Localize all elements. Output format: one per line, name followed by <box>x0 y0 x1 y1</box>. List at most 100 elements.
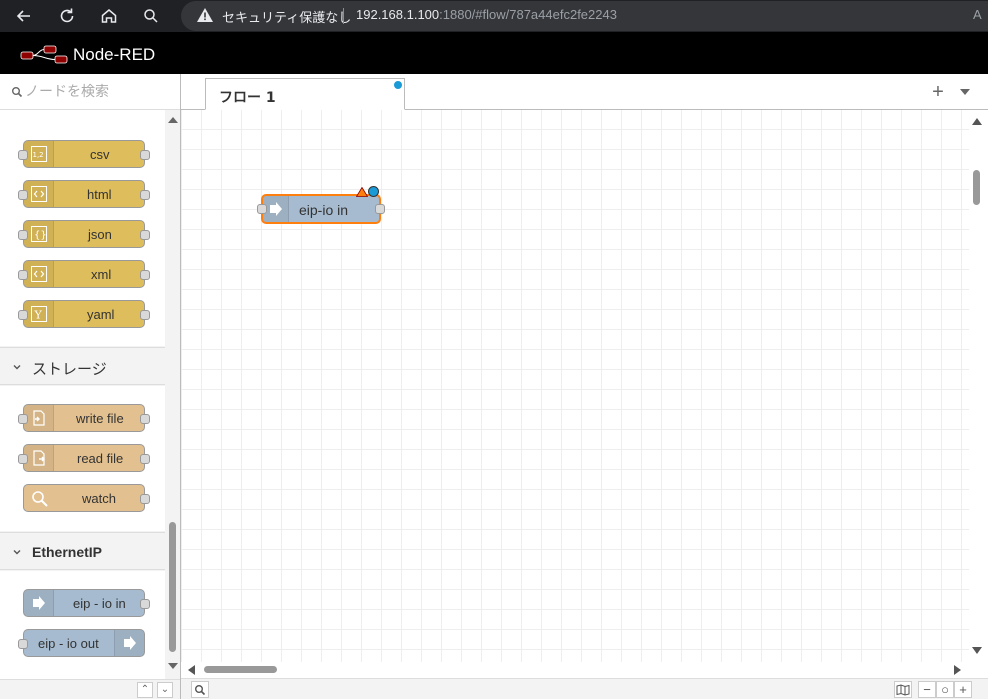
back-icon[interactable] <box>14 6 34 26</box>
palette-footer: ⌃ ⌄ <box>0 679 180 699</box>
caret-down-icon[interactable] <box>959 88 971 96</box>
palette-node-label: csv <box>90 147 110 162</box>
flow-node-label: eip-io in <box>299 202 349 218</box>
watch-icon <box>24 485 54 511</box>
svg-text:{}: {} <box>34 230 47 241</box>
add-tab-button[interactable]: + <box>928 81 948 103</box>
category-label: ストレージ <box>32 360 107 378</box>
scroll-up-icon[interactable] <box>168 117 178 123</box>
search-icon <box>12 87 23 98</box>
reload-icon[interactable] <box>57 6 77 26</box>
divider <box>343 8 344 24</box>
collapse-all-button[interactable]: ⌃ <box>137 682 153 698</box>
palette-node-write-file[interactable]: write file <box>18 404 150 432</box>
palette-node-watch[interactable]: watch <box>23 484 150 512</box>
input-port <box>18 190 28 200</box>
vertical-scroll-thumb[interactable] <box>973 170 980 205</box>
palette-node-label: watch <box>82 491 116 506</box>
chevron-down-icon <box>13 550 21 555</box>
changed-indicator <box>393 80 403 90</box>
zoom-reset-button[interactable]: ○ <box>936 681 954 698</box>
palette-search-input[interactable] <box>25 82 175 102</box>
json-icon: {} <box>24 221 54 247</box>
scroll-down-icon[interactable] <box>168 663 178 669</box>
palette-node-eip-io-in[interactable]: eip - io in <box>23 589 150 617</box>
palette-node-label: yaml <box>87 307 115 322</box>
palette-node-eip-io-out[interactable]: eip - io out <box>18 629 145 657</box>
chevron-down-icon <box>13 365 21 370</box>
input-port <box>18 639 28 649</box>
palette-search <box>0 74 180 110</box>
changed-indicator <box>368 186 379 197</box>
output-port <box>140 190 150 200</box>
warning-triangle-icon <box>356 187 368 197</box>
scroll-up-icon[interactable] <box>972 118 982 125</box>
output-port <box>140 270 150 280</box>
workspace-canvas[interactable]: eip-io in <box>181 110 969 662</box>
palette-node-csv[interactable]: 1,2 csv <box>18 140 150 168</box>
zoom-in-button[interactable]: + <box>954 681 972 698</box>
scroll-right-icon[interactable] <box>954 665 961 675</box>
palette-node-label: json <box>88 227 112 242</box>
scroll-left-icon[interactable] <box>188 665 195 675</box>
output-port <box>140 414 150 424</box>
output-port <box>140 150 150 160</box>
category-ethernetip-body: eip - io in eip - io out <box>0 571 165 679</box>
output-port <box>140 599 150 609</box>
output-port <box>140 494 150 504</box>
palette-node-label: eip - io in <box>73 596 126 611</box>
navigator-map-button[interactable] <box>894 681 912 698</box>
input-port <box>18 270 28 280</box>
zoom-out-button[interactable]: − <box>918 681 936 698</box>
url-text[interactable]: 192.168.1.100:1880/#flow/787a44efc2fe224… <box>356 7 617 22</box>
horizontal-scroll-thumb[interactable] <box>204 666 277 673</box>
html-icon <box>24 181 54 207</box>
xml-icon <box>24 261 54 287</box>
canvas-horizontal-scrollbar[interactable] <box>181 662 969 678</box>
scroll-down-icon[interactable] <box>972 647 982 654</box>
output-port <box>140 230 150 240</box>
browser-toolbar: セキュリティ保護なし 192.168.1.100:1880/#flow/787a… <box>0 0 988 32</box>
palette-scrollbar[interactable] <box>165 114 180 674</box>
palette-node-html[interactable]: html <box>18 180 150 208</box>
flow-node-eip-io-in[interactable]: eip-io in <box>257 186 385 224</box>
palette-scroll-thumb[interactable] <box>169 522 176 652</box>
palette-node-yaml[interactable]: Y yaml <box>18 300 150 328</box>
input-port <box>18 414 28 424</box>
url-path: :1880/#flow/787a44efc2fe2243 <box>439 7 617 22</box>
csv-icon: 1,2 <box>24 141 54 167</box>
home-icon[interactable] <box>99 6 119 26</box>
node-red-logo-icon <box>20 45 68 64</box>
palette-node-label: xml <box>91 267 112 282</box>
arrow-in-icon <box>24 590 54 616</box>
palette-node-read-file[interactable]: read file <box>18 444 150 472</box>
category-label: EthernetIP <box>32 544 103 560</box>
search-flows-button[interactable] <box>191 681 209 698</box>
input-port[interactable] <box>257 204 267 214</box>
input-port <box>18 310 28 320</box>
palette-node-xml[interactable]: xml <box>18 260 150 288</box>
palette-node-label: read file <box>77 451 124 466</box>
input-port <box>18 454 28 464</box>
tab-flow-1[interactable]: フロー 1 <box>205 78 405 110</box>
workspace-footer: − ○ + <box>181 678 988 699</box>
svg-text:1,2: 1,2 <box>33 151 44 159</box>
workspace-tabs: フロー 1 + <box>181 74 988 110</box>
canvas-vertical-scrollbar[interactable] <box>969 110 988 662</box>
category-ethernetip-header[interactable]: EthernetIP <box>0 532 165 570</box>
category-parser-body: 1,2 csv html {} json xml Y yaml <box>0 110 165 346</box>
palette-node-label: eip - io out <box>38 636 99 651</box>
category-storage-header[interactable]: ストレージ <box>0 347 165 385</box>
output-port[interactable] <box>375 204 385 214</box>
expand-all-button[interactable]: ⌄ <box>157 682 173 698</box>
write-file-icon <box>24 405 54 431</box>
arrow-out-icon <box>114 630 144 656</box>
palette-node-json[interactable]: {} json <box>18 220 150 248</box>
security-label[interactable]: セキュリティ保護なし <box>222 7 351 26</box>
search-icon[interactable] <box>141 6 161 26</box>
reader-mode-icon[interactable]: A <box>973 7 982 22</box>
app-title: Node-RED <box>73 45 156 64</box>
output-port <box>140 454 150 464</box>
input-port <box>18 230 28 240</box>
yaml-icon: Y <box>24 301 54 327</box>
